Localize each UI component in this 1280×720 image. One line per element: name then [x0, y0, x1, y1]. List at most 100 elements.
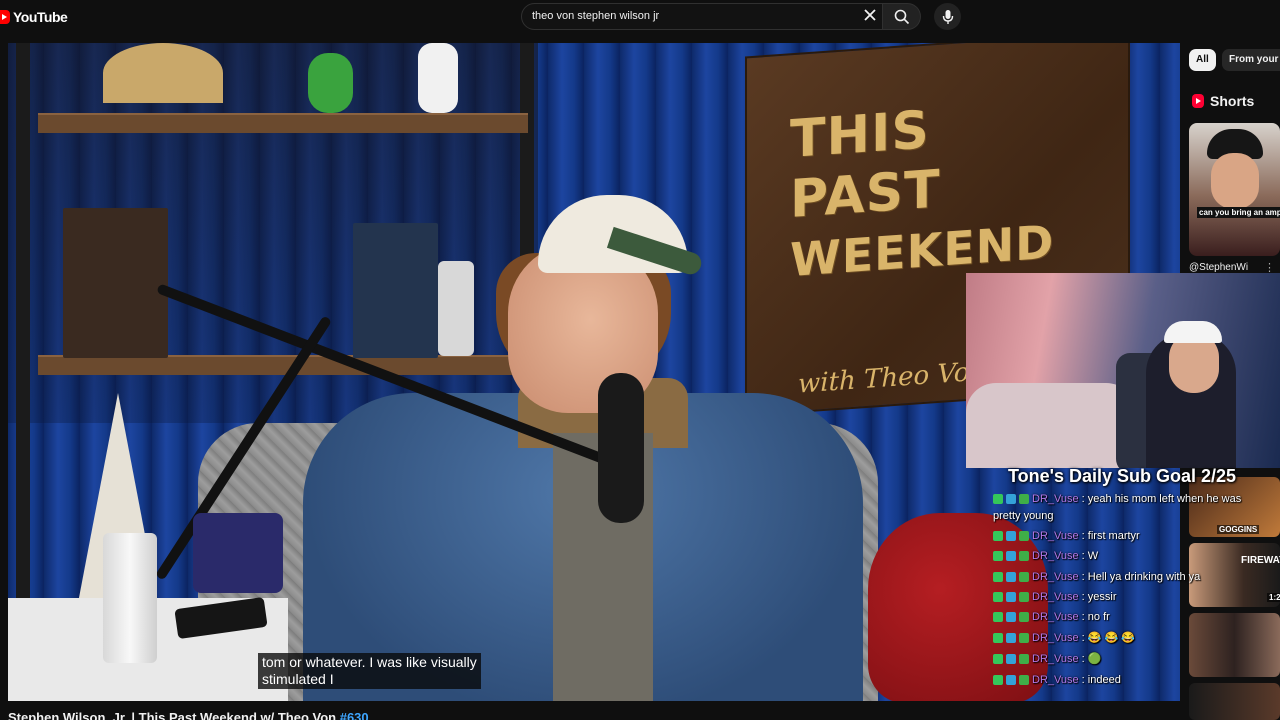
chat-badge-icon [1019, 531, 1029, 541]
chat-text: pretty young [993, 510, 1054, 522]
chat-badge-icon [1019, 633, 1029, 643]
straw-hat [103, 43, 223, 103]
closed-captions: tom or whatever. I was like visually sti… [258, 653, 481, 689]
chat-badge-icon [993, 592, 1003, 602]
voice-search-button[interactable] [934, 3, 961, 30]
podcast-microphone [598, 373, 644, 523]
shorts-title: Shorts [1210, 93, 1255, 109]
video-thumbnail[interactable] [1189, 683, 1280, 720]
chat-username: DR_Vuse [1032, 611, 1079, 623]
video-thumbnail[interactable]: FIREWAT 1:2 [1189, 543, 1280, 607]
chat-badge-icon [1019, 592, 1029, 602]
chat-badge-icon [1019, 612, 1029, 622]
chat-badge-icon [993, 572, 1003, 582]
top-bar: YouTube [0, 0, 1280, 34]
search-button[interactable] [883, 3, 921, 30]
shelf-board [38, 113, 528, 133]
chat-message: DR_Vuse: first martyr [993, 529, 1140, 543]
book [63, 208, 168, 358]
bed [966, 383, 1136, 468]
chat-username: DR_Vuse [1032, 530, 1079, 542]
video-thumbnail[interactable] [1189, 613, 1280, 677]
chat-message-continued: pretty young [993, 509, 1054, 523]
chat-text: : 😂 😂 😂 [1081, 632, 1135, 644]
search-box[interactable] [521, 3, 883, 30]
chat-message: DR_Vuse: no fr [993, 610, 1110, 624]
duration-badge: 1:2 [1267, 593, 1280, 602]
thumbnail-label: FIREWAT [1241, 555, 1280, 566]
chat-username: DR_Vuse [1032, 632, 1079, 644]
chat-badge-icon [1006, 592, 1016, 602]
shorts-icon [1192, 94, 1204, 108]
chat-message: DR_Vuse: W [993, 549, 1098, 563]
video-title: Stephen Wilson, Jr. | This Past Weekend … [8, 710, 369, 720]
chat-text: : first martyr [1081, 530, 1140, 542]
chat-badge-icon [1006, 633, 1016, 643]
chat-badge-icon [1019, 551, 1029, 561]
sub-goal-text: Tone's Daily Sub Goal 2/25 [1008, 466, 1237, 486]
figurine [418, 43, 458, 113]
chat-badge-icon [993, 675, 1003, 685]
youtube-play-icon [0, 10, 10, 24]
chat-username: DR_Vuse [1032, 493, 1079, 505]
chat-badge-icon [1019, 675, 1029, 685]
microphone-icon [942, 9, 953, 24]
chat-badge-icon [1019, 654, 1029, 664]
chip-all[interactable]: All [1189, 49, 1216, 71]
chat-badge-icon [1006, 675, 1016, 685]
chat-message: DR_Vuse: 🟢 [993, 652, 1101, 666]
chat-text: : yeah his mom left when he was [1081, 493, 1242, 505]
p-logo-sign [193, 513, 283, 593]
chat-message: DR_Vuse: indeed [993, 673, 1121, 687]
chat-message: DR_Vuse: yessir [993, 590, 1117, 604]
streamer-webcam [966, 273, 1280, 468]
search-icon [894, 9, 909, 24]
chat-badge-icon [1006, 551, 1016, 561]
youtube-logo[interactable]: YouTube [0, 9, 68, 25]
thumbnail-label: GOGGINS [1217, 525, 1260, 534]
frog-figure [308, 53, 353, 113]
chat-username: DR_Vuse [1032, 550, 1079, 562]
chat-text: : no fr [1081, 611, 1110, 623]
celsius-can [438, 261, 474, 356]
chat-badge-icon [993, 633, 1003, 643]
chat-text: : 🟢 [1081, 653, 1102, 665]
chat-badge-icon [1006, 654, 1016, 664]
episode-hashtag[interactable]: #630 [340, 710, 369, 720]
shelf-board [38, 355, 528, 375]
video-title-text: Stephen Wilson, Jr. | This Past Weekend … [8, 710, 340, 720]
chat-username: DR_Vuse [1032, 674, 1079, 686]
chat-message: DR_Vuse: Hell ya drinking with ya [993, 570, 1200, 584]
sign-text: THIS PAST WEEKEND [790, 96, 1054, 290]
chat-badge-icon [1019, 494, 1029, 504]
caption-line: tom or whatever. I was like visually [262, 654, 477, 670]
chat-badge-icon [993, 612, 1003, 622]
chat-badge-icon [1006, 612, 1016, 622]
streamer-cap [1164, 321, 1222, 343]
shorts-header: Shorts [1192, 93, 1254, 109]
search-input[interactable] [532, 10, 852, 22]
chat-badge-icon [993, 494, 1003, 504]
chat-text: : Hell ya drinking with ya [1081, 571, 1201, 583]
logo-text: YouTube [13, 9, 68, 25]
clear-search-icon[interactable] [863, 8, 877, 22]
chat-badge-icon [993, 654, 1003, 664]
chat-badge-icon [1006, 494, 1016, 504]
short-channel-name[interactable]: @StephenWi [1189, 262, 1248, 273]
chat-badge-icon [1019, 572, 1029, 582]
book [353, 223, 438, 358]
caption-line: stimulated I [262, 671, 334, 687]
short-caption: can you bring an amp [1197, 207, 1280, 218]
chat-message: DR_Vuse: 😂 😂 😂 [993, 631, 1135, 645]
chat-message: DR_Vuse: yeah his mom left when he was [993, 492, 1241, 506]
chat-text: : yessir [1081, 591, 1117, 603]
chat-username: DR_Vuse [1032, 653, 1079, 665]
chat-badge-icon [1006, 531, 1016, 541]
face [1211, 153, 1259, 209]
chat-text: : indeed [1081, 674, 1121, 686]
chat-badge-icon [1006, 572, 1016, 582]
short-thumbnail[interactable]: can you bring an amp [1189, 123, 1280, 256]
chip-from-your-search[interactable]: From your s [1222, 49, 1280, 71]
celsius-can [103, 533, 157, 663]
chat-badge-icon [993, 531, 1003, 541]
